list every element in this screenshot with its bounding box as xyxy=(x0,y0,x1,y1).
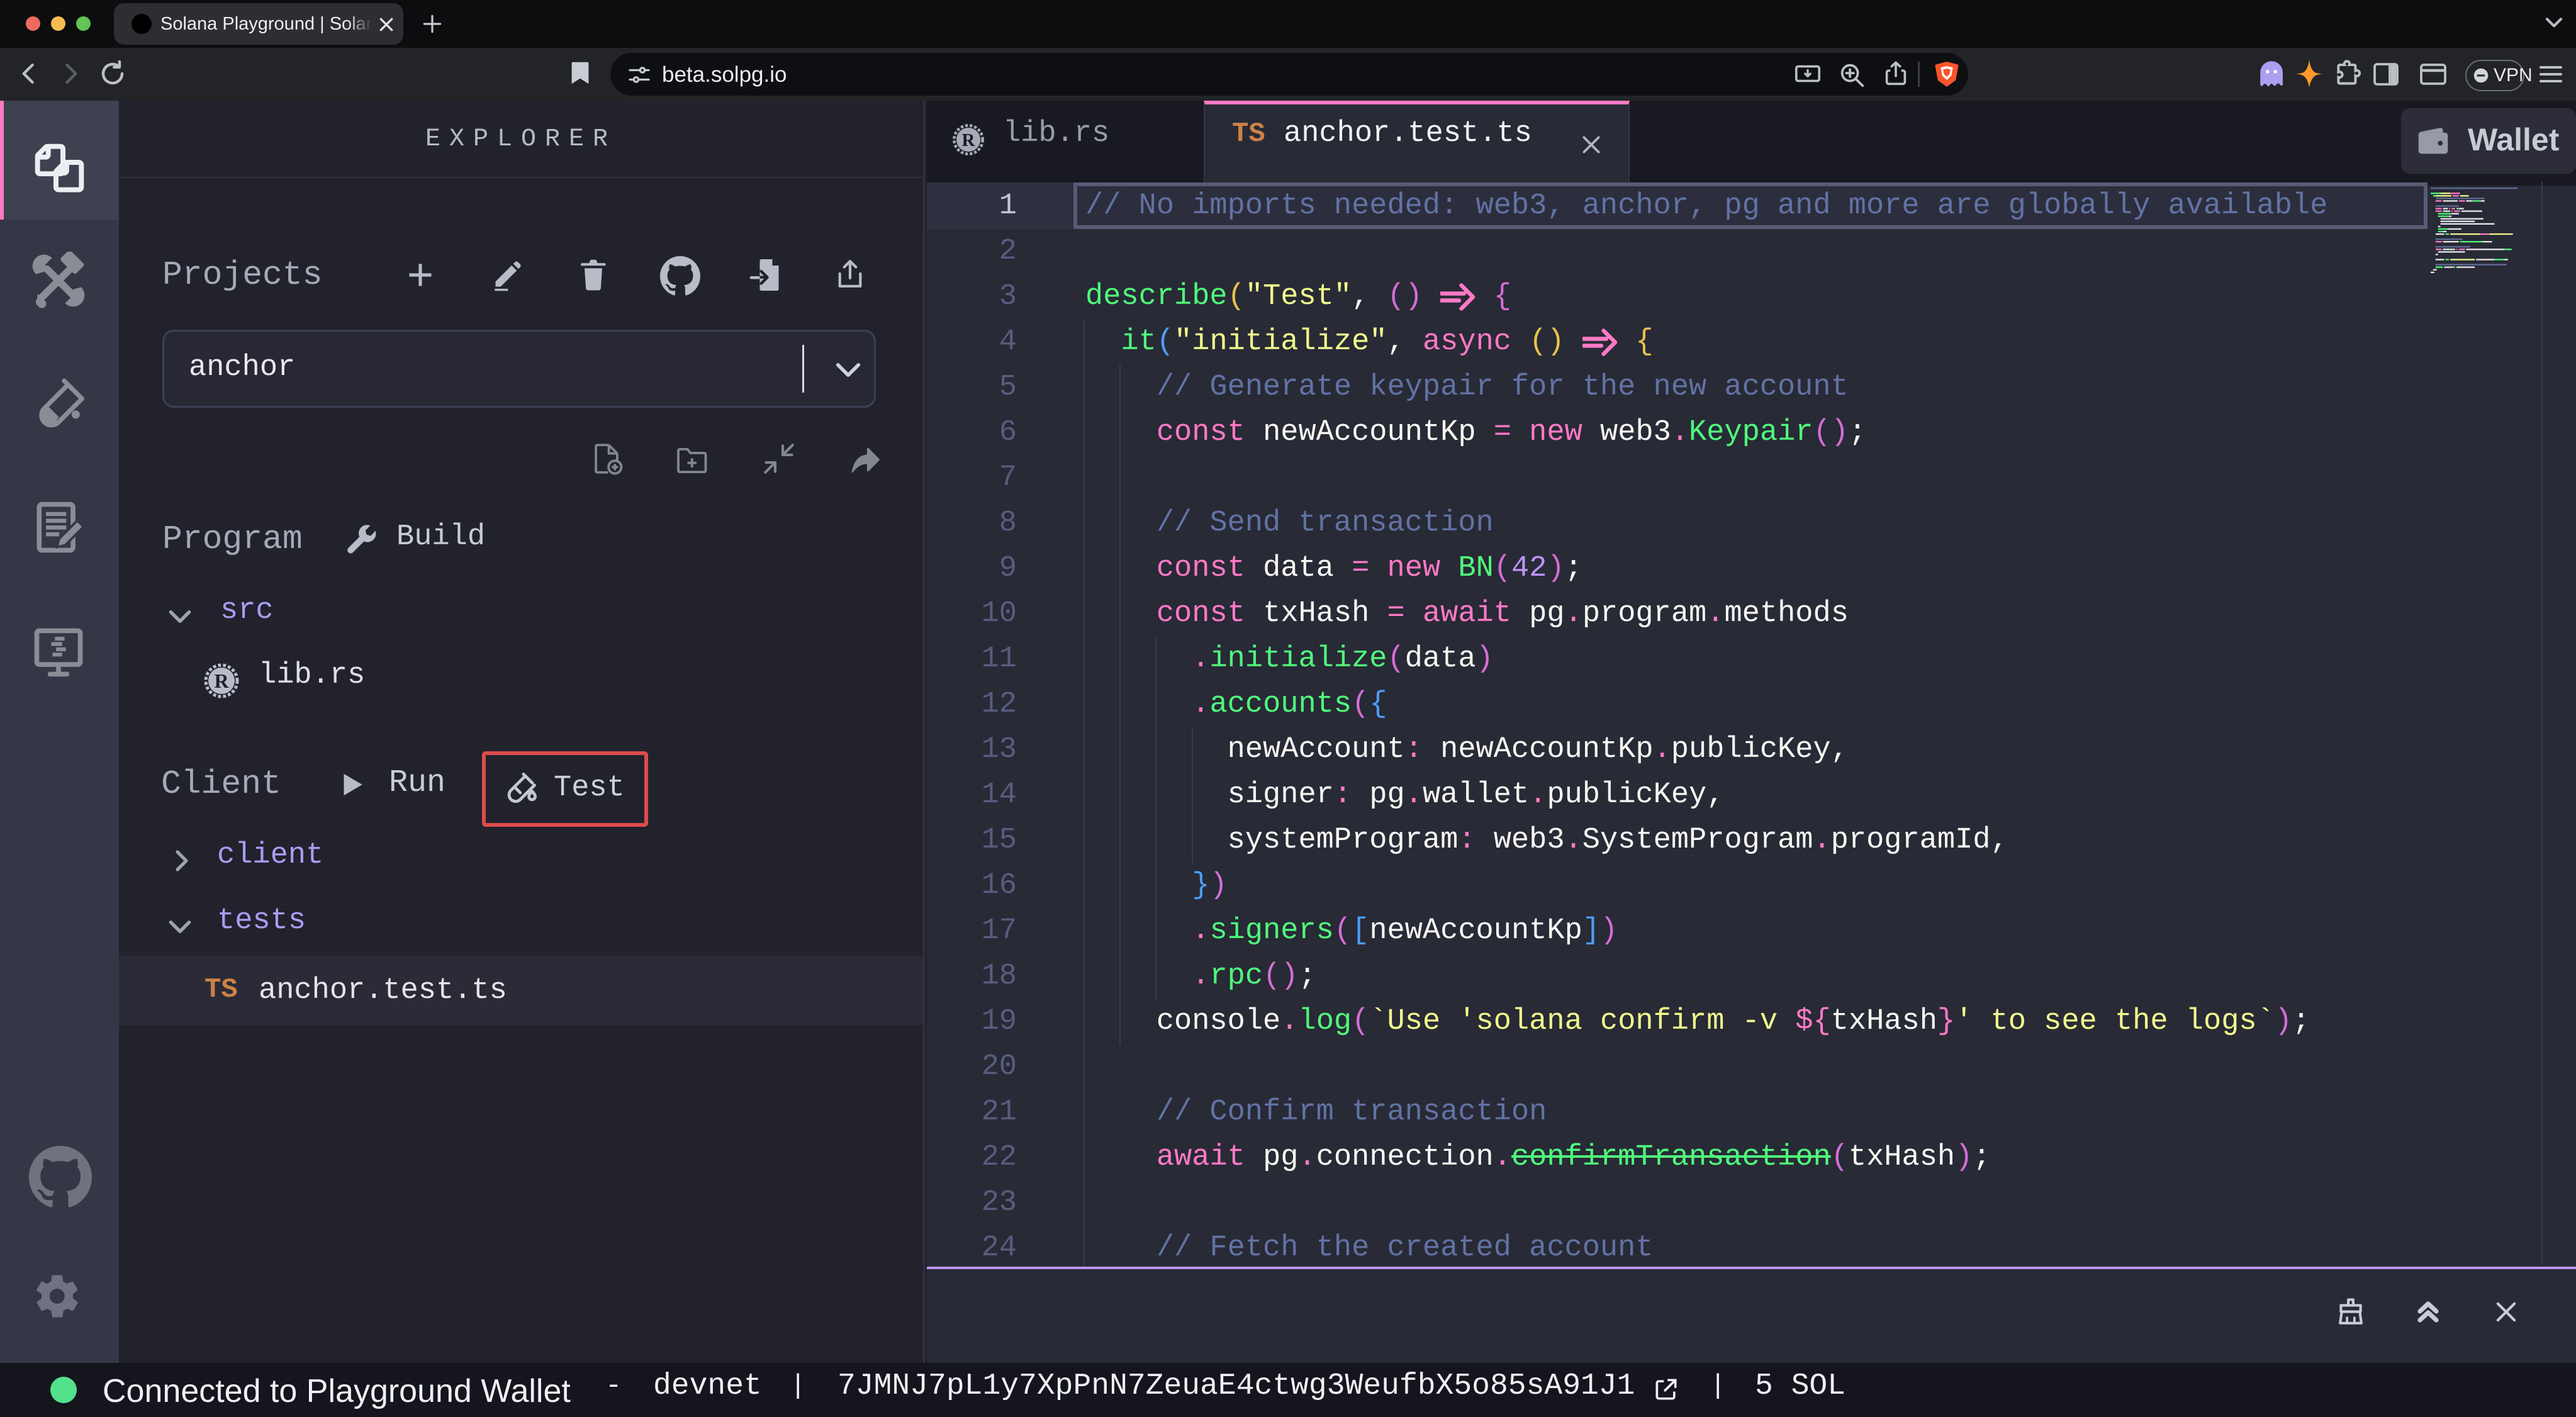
svg-text:R: R xyxy=(214,669,229,692)
svg-text:R: R xyxy=(962,130,976,150)
